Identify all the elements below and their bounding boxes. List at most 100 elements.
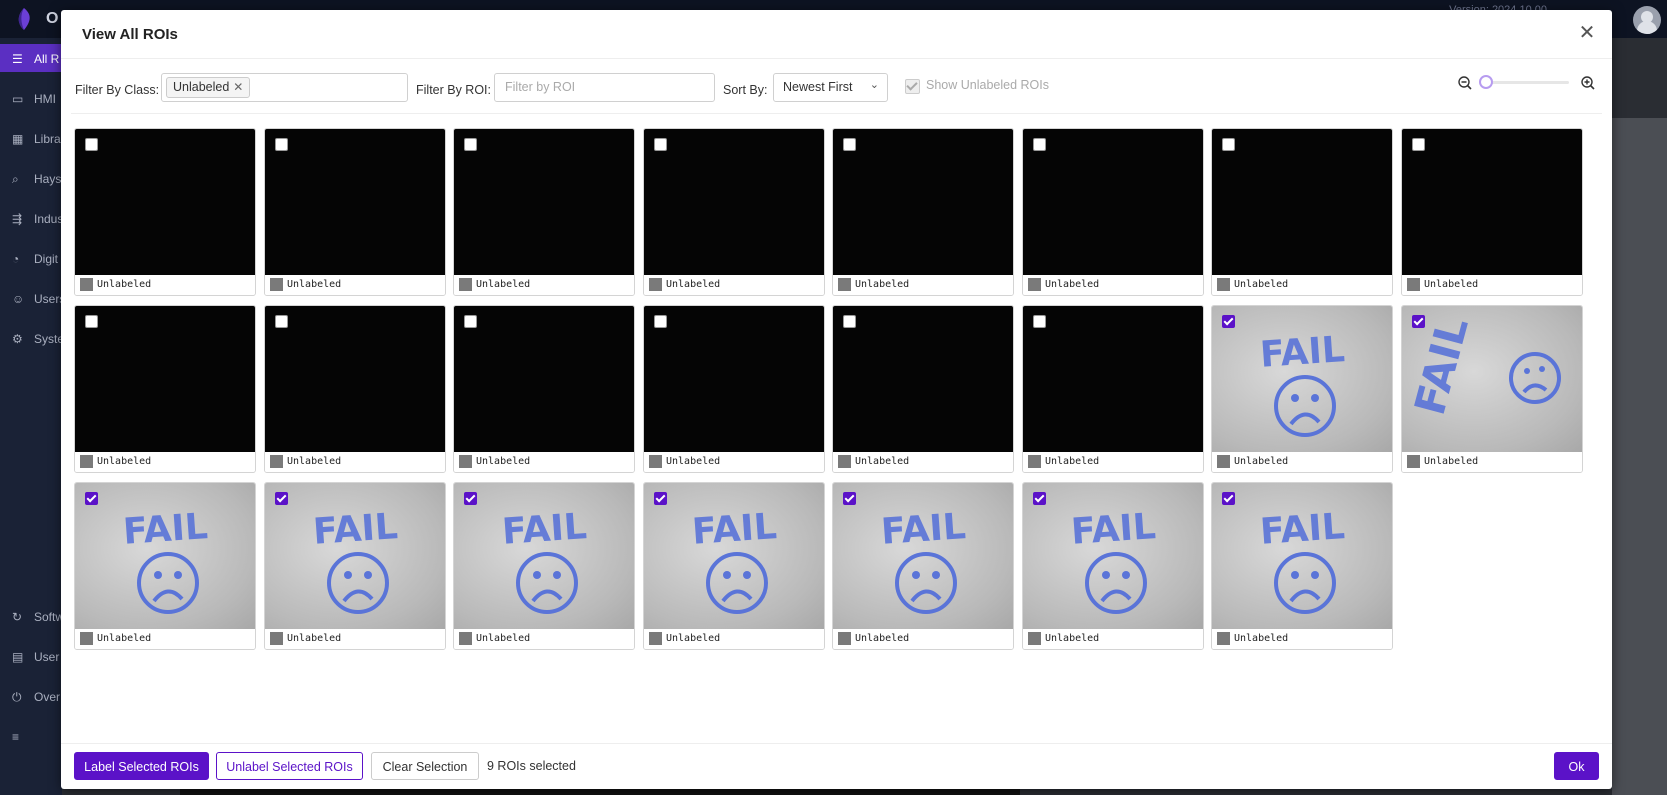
- zoom-slider-track[interactable]: [1485, 81, 1569, 84]
- ok-button[interactable]: Ok: [1554, 752, 1599, 780]
- roi-select-checkbox[interactable]: [1222, 492, 1235, 505]
- roi-thumbnail[interactable]: [1023, 129, 1203, 275]
- roi-card[interactable]: FAIL Unlabeled: [1211, 482, 1393, 650]
- sidebar-item-library[interactable]: ▦ Libra: [0, 124, 62, 152]
- roi-card[interactable]: FAIL Unlabeled: [1022, 482, 1204, 650]
- roi-card[interactable]: Unlabeled: [1022, 128, 1204, 296]
- roi-thumbnail[interactable]: FAIL: [644, 483, 824, 629]
- roi-card[interactable]: Unlabeled: [453, 128, 635, 296]
- roi-thumbnail[interactable]: [454, 306, 634, 452]
- clear-selection-button[interactable]: Clear Selection: [371, 752, 479, 780]
- roi-select-checkbox[interactable]: [1412, 315, 1425, 328]
- roi-select-checkbox[interactable]: [275, 315, 288, 328]
- zoom-out-icon[interactable]: [1456, 74, 1474, 92]
- roi-card[interactable]: FAIL Unlabeled: [832, 482, 1014, 650]
- roi-thumbnail[interactable]: [1023, 306, 1203, 452]
- roi-card[interactable]: Unlabeled: [643, 128, 825, 296]
- close-button[interactable]: ✕: [1576, 22, 1598, 44]
- avatar[interactable]: [1633, 6, 1661, 34]
- roi-card[interactable]: FAIL Unlabeled: [453, 482, 635, 650]
- roi-select-checkbox[interactable]: [654, 315, 667, 328]
- roi-select-checkbox[interactable]: [843, 315, 856, 328]
- roi-thumbnail[interactable]: [75, 306, 255, 452]
- roi-thumbnail[interactable]: [644, 306, 824, 452]
- roi-thumbnail[interactable]: FAIL: [454, 483, 634, 629]
- roi-select-checkbox[interactable]: [1033, 315, 1046, 328]
- gear-icon: ⚙: [12, 332, 23, 346]
- sidebar-item-software[interactable]: ↻ Softw: [0, 602, 64, 630]
- sidebar-item-user-guide[interactable]: ▤ User: [0, 642, 62, 670]
- roi-select-checkbox[interactable]: [85, 315, 98, 328]
- roi-card[interactable]: FAIL Unlabeled: [74, 482, 256, 650]
- roi-thumbnail[interactable]: FAIL: [1023, 483, 1203, 629]
- svg-text:FAIL: FAIL: [1070, 506, 1157, 553]
- roi-select-checkbox[interactable]: [1412, 138, 1425, 151]
- roi-card[interactable]: Unlabeled: [832, 128, 1014, 296]
- roi-card[interactable]: FAIL Unlabeled: [1401, 305, 1583, 473]
- roi-thumbnail[interactable]: FAIL: [1212, 306, 1392, 452]
- roi-class-label: Unlabeled: [476, 633, 531, 644]
- sidebar-item-industrial[interactable]: ⇶ Indus: [0, 204, 63, 232]
- roi-thumbnail[interactable]: FAIL: [1402, 306, 1582, 452]
- roi-thumbnail[interactable]: [644, 129, 824, 275]
- roi-card[interactable]: Unlabeled: [1022, 305, 1204, 473]
- roi-thumbnail[interactable]: [1402, 129, 1582, 275]
- roi-card[interactable]: FAIL Unlabeled: [1211, 305, 1393, 473]
- sidebar-item-digital[interactable]: ◔ Digit: [0, 244, 62, 272]
- label-selected-button[interactable]: Label Selected ROIs: [74, 752, 209, 780]
- roi-select-checkbox[interactable]: [464, 138, 477, 151]
- roi-card[interactable]: Unlabeled: [264, 128, 446, 296]
- roi-select-checkbox[interactable]: [843, 138, 856, 151]
- roi-thumbnail[interactable]: [833, 306, 1013, 452]
- roi-card[interactable]: Unlabeled: [74, 305, 256, 473]
- roi-select-checkbox[interactable]: [654, 492, 667, 505]
- roi-select-checkbox[interactable]: [464, 492, 477, 505]
- sidebar-item-users[interactable]: ☺ Users: [0, 284, 65, 312]
- roi-thumbnail[interactable]: [265, 306, 445, 452]
- roi-select-checkbox[interactable]: [1033, 492, 1046, 505]
- roi-card[interactable]: Unlabeled: [1401, 128, 1583, 296]
- sidebar-item-all-rois[interactable]: ☰ All R: [0, 44, 62, 72]
- show-unlabeled-checkbox[interactable]: [905, 79, 920, 94]
- sidebar-item-haystack[interactable]: ⌕ Hays: [0, 164, 62, 192]
- sidebar-collapse[interactable]: ≡: [0, 722, 62, 750]
- roi-select-checkbox[interactable]: [275, 138, 288, 151]
- zoom-slider-handle[interactable]: [1479, 75, 1493, 89]
- roi-card[interactable]: Unlabeled: [264, 305, 446, 473]
- roi-thumbnail[interactable]: [1212, 129, 1392, 275]
- roi-select-checkbox[interactable]: [1222, 138, 1235, 151]
- roi-select-checkbox[interactable]: [464, 315, 477, 328]
- zoom-in-icon[interactable]: [1579, 74, 1597, 92]
- roi-card[interactable]: FAIL Unlabeled: [264, 482, 446, 650]
- sort-by-select[interactable]: Newest First ⌄: [773, 73, 888, 102]
- roi-card[interactable]: Unlabeled: [832, 305, 1014, 473]
- filter-by-class-input[interactable]: Unlabeled ✕: [161, 73, 408, 102]
- roi-thumbnail[interactable]: FAIL: [265, 483, 445, 629]
- roi-select-checkbox[interactable]: [654, 138, 667, 151]
- roi-card[interactable]: FAIL Unlabeled: [643, 482, 825, 650]
- roi-thumbnail[interactable]: FAIL: [833, 483, 1013, 629]
- roi-thumbnail[interactable]: [265, 129, 445, 275]
- roi-select-checkbox[interactable]: [275, 492, 288, 505]
- roi-select-checkbox[interactable]: [843, 492, 856, 505]
- roi-select-checkbox[interactable]: [1222, 315, 1235, 328]
- roi-card[interactable]: Unlabeled: [1211, 128, 1393, 296]
- roi-card[interactable]: Unlabeled: [453, 305, 635, 473]
- filter-by-roi-input[interactable]: Filter by ROI: [494, 73, 715, 102]
- roi-thumbnail[interactable]: [833, 129, 1013, 275]
- roi-thumbnail[interactable]: [454, 129, 634, 275]
- roi-card[interactable]: Unlabeled: [643, 305, 825, 473]
- sidebar-item-hmi[interactable]: ▭ HMI: [0, 84, 62, 112]
- roi-thumbnail[interactable]: FAIL: [1212, 483, 1392, 629]
- roi-thumbnail[interactable]: [75, 129, 255, 275]
- roi-thumbnail[interactable]: FAIL: [75, 483, 255, 629]
- unlabel-selected-button[interactable]: Unlabel Selected ROIs: [216, 752, 363, 780]
- modal-footer: Label Selected ROIs Unlabel Selected ROI…: [61, 743, 1612, 789]
- roi-card[interactable]: Unlabeled: [74, 128, 256, 296]
- sidebar-item-overview[interactable]: ⏻ Over: [0, 682, 62, 710]
- roi-select-checkbox[interactable]: [85, 492, 98, 505]
- roi-select-checkbox[interactable]: [1033, 138, 1046, 151]
- roi-select-checkbox[interactable]: [85, 138, 98, 151]
- sidebar-item-system[interactable]: ⚙ Syste: [0, 324, 64, 352]
- remove-tag-icon[interactable]: ✕: [233, 80, 243, 94]
